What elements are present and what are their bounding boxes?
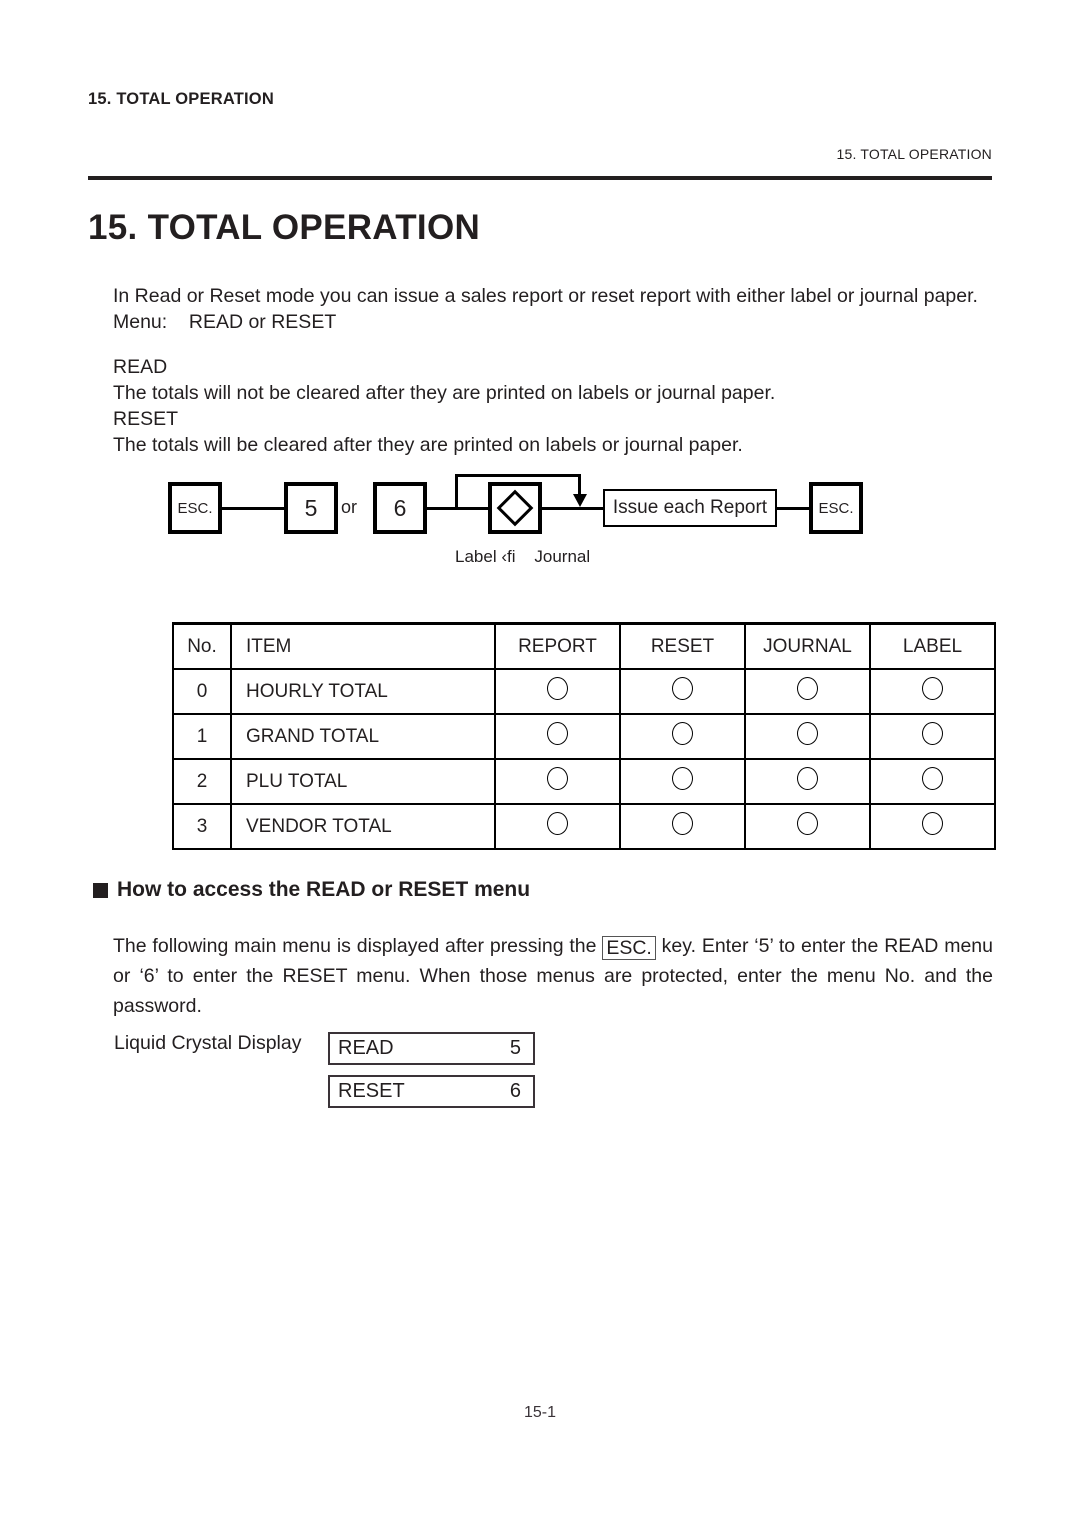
page-footer: 15-1 — [523, 1404, 557, 1421]
cell-no: 2 — [172, 758, 232, 805]
lcd-row-read-name: READ — [338, 1037, 394, 1059]
flow-feedback-arrow-icon — [572, 494, 587, 507]
circle-mark-icon — [797, 767, 818, 790]
cell-label — [869, 758, 996, 805]
flow-connector-6-to-selector — [427, 507, 491, 510]
flow-connector-selector-to-issue — [540, 507, 610, 510]
circle-mark-icon — [922, 767, 943, 790]
flow-feedback-right-drop — [578, 474, 581, 496]
circle-mark-icon — [922, 812, 943, 835]
intro-spacer — [113, 335, 1013, 354]
flow-box-issue-report: Issue each Report — [603, 489, 777, 527]
table-header-no: No. — [172, 622, 232, 670]
lcd-row-reset: RESET 6 — [328, 1075, 535, 1108]
table-header-row: No. ITEM REPORT RESET JOURNAL LABEL — [172, 622, 996, 670]
table-row: 3 VENDOR TOTAL — [172, 803, 996, 850]
cell-item: HOURLY TOTAL — [230, 668, 496, 715]
flow-label-or: or — [341, 497, 358, 517]
table-body: 0 HOURLY TOTAL 1 GRAND TOTAL 2 PLU TOTAL — [172, 668, 996, 850]
lcd-row-reset-value: 6 — [509, 1080, 521, 1102]
intro-line-read-label: READ — [113, 356, 168, 378]
cell-journal — [744, 803, 871, 850]
circle-mark-icon — [922, 722, 943, 745]
intro-line-reset-label: RESET — [113, 408, 179, 430]
lcd-label: Liquid Crystal Display — [114, 1032, 302, 1054]
circle-mark-icon — [547, 767, 568, 790]
flow-box-key-6: 6 — [373, 482, 427, 534]
section-heading-text: How to access the READ or RESET menu — [117, 878, 531, 901]
circle-mark-icon — [547, 677, 568, 700]
circle-mark-icon — [672, 677, 693, 700]
flow-box-esc-end: ESC. — [809, 482, 863, 534]
manual-page: 15. TOTAL OPERATION 15. TOTAL OPERATION … — [0, 0, 1080, 1525]
paragraph-part-1: The following main menu is displayed aft… — [113, 935, 603, 957]
circle-mark-icon — [672, 767, 693, 790]
circle-mark-icon — [797, 812, 818, 835]
flow-feedback-top-rail — [455, 474, 581, 477]
circle-mark-icon — [547, 722, 568, 745]
circle-mark-icon — [672, 812, 693, 835]
circle-mark-icon — [672, 722, 693, 745]
cell-item: PLU TOTAL — [230, 758, 496, 805]
running-head-left: 15. TOTAL OPERATION — [88, 90, 274, 108]
flow-box-esc-start: ESC. — [168, 482, 222, 534]
table-header-journal: JOURNAL — [744, 622, 871, 670]
header-rule — [88, 176, 992, 180]
cell-report — [494, 713, 621, 760]
section-paragraph: The following main menu is displayed aft… — [113, 931, 993, 1021]
section-heading: How to access the READ or RESET menu — [93, 878, 530, 902]
table-row: 0 HOURLY TOTAL — [172, 668, 996, 715]
diamond-icon — [496, 489, 534, 527]
circle-mark-icon — [922, 677, 943, 700]
flow-caption-label-journal: Label ‹fi Journal — [455, 547, 591, 566]
table-row: 2 PLU TOTAL — [172, 758, 996, 805]
circle-mark-icon — [547, 812, 568, 835]
cell-journal — [744, 758, 871, 805]
flow-connector-issue-to-esc — [775, 507, 810, 510]
table-row: 1 GRAND TOTAL — [172, 713, 996, 760]
flow-box-key-5: 5 — [284, 482, 338, 534]
cell-label — [869, 713, 996, 760]
circle-mark-icon — [797, 677, 818, 700]
cell-report — [494, 668, 621, 715]
flow-feedback-left-riser — [455, 474, 458, 508]
cell-report — [494, 803, 621, 850]
intro-text-block: In Read or Reset mode you can issue a sa… — [113, 283, 1013, 458]
esc-key-glyph: ESC. — [602, 936, 656, 960]
running-head-right: 15. TOTAL OPERATION — [836, 146, 992, 162]
square-bullet-icon — [93, 882, 108, 898]
flow-box-selector — [488, 482, 542, 534]
lcd-row-reset-name: RESET — [338, 1080, 405, 1102]
cell-report — [494, 758, 621, 805]
intro-line-1: In Read or Reset mode you can issue a sa… — [113, 285, 978, 307]
cell-reset — [619, 758, 746, 805]
cell-no: 3 — [172, 803, 232, 850]
intro-line-reset-desc: The totals will be cleared after they ar… — [113, 434, 743, 456]
page-title: 15. TOTAL OPERATION — [88, 208, 481, 247]
total-operation-table: No. ITEM REPORT RESET JOURNAL LABEL 0 HO… — [172, 622, 996, 850]
table-header-reset: RESET — [619, 622, 746, 670]
table-header-label: LABEL — [869, 622, 996, 670]
cell-item: VENDOR TOTAL — [230, 803, 496, 850]
cell-label — [869, 803, 996, 850]
intro-line-2: Menu: READ or RESET — [113, 311, 337, 333]
lcd-row-read-value: 5 — [509, 1037, 521, 1059]
cell-reset — [619, 713, 746, 760]
cell-label — [869, 668, 996, 715]
cell-journal — [744, 713, 871, 760]
table-header-report: REPORT — [494, 622, 621, 670]
lcd-row-read: READ 5 — [328, 1032, 535, 1065]
cell-item: GRAND TOTAL — [230, 713, 496, 760]
cell-reset — [619, 803, 746, 850]
cell-no: 0 — [172, 668, 232, 715]
intro-line-read-desc: The totals will not be cleared after the… — [113, 382, 776, 404]
cell-reset — [619, 668, 746, 715]
circle-mark-icon — [797, 722, 818, 745]
flow-connector-esc-to-5 — [222, 507, 284, 510]
cell-no: 1 — [172, 713, 232, 760]
table-header-item: ITEM — [230, 622, 496, 670]
cell-journal — [744, 668, 871, 715]
